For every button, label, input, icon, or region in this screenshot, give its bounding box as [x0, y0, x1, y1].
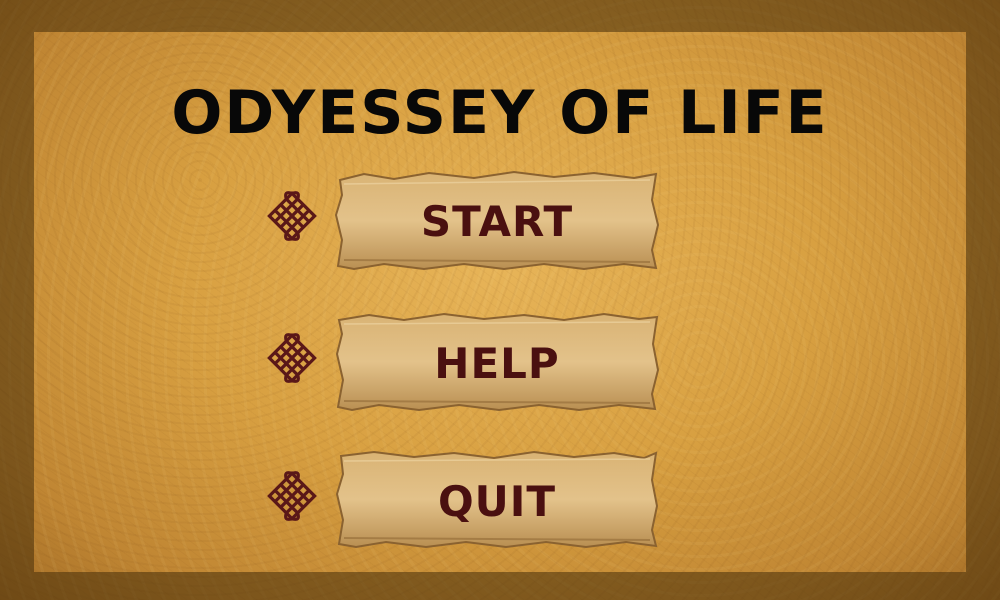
frame-border-bottom: [0, 572, 1000, 600]
endless-knot-icon: [262, 466, 322, 526]
endless-knot-icon: [262, 186, 322, 246]
endless-knot-icon: [262, 328, 322, 388]
game-title: ODYESSEY OF LIFE: [171, 78, 829, 148]
start-button-label: START: [420, 196, 574, 246]
frame-border-top: [0, 0, 1000, 32]
help-button-label: HELP: [434, 338, 560, 388]
menu-row-quit: QUIT: [262, 450, 662, 560]
menu-row-help: HELP: [262, 312, 662, 422]
start-button[interactable]: START: [334, 170, 660, 272]
help-button[interactable]: HELP: [334, 312, 660, 414]
main-menu-screen: ODYESSEY OF LIFE START HELP QUIT: [0, 0, 1000, 600]
quit-button[interactable]: QUIT: [334, 450, 660, 552]
menu-row-start: START: [262, 170, 662, 280]
quit-button-label: QUIT: [437, 476, 557, 526]
